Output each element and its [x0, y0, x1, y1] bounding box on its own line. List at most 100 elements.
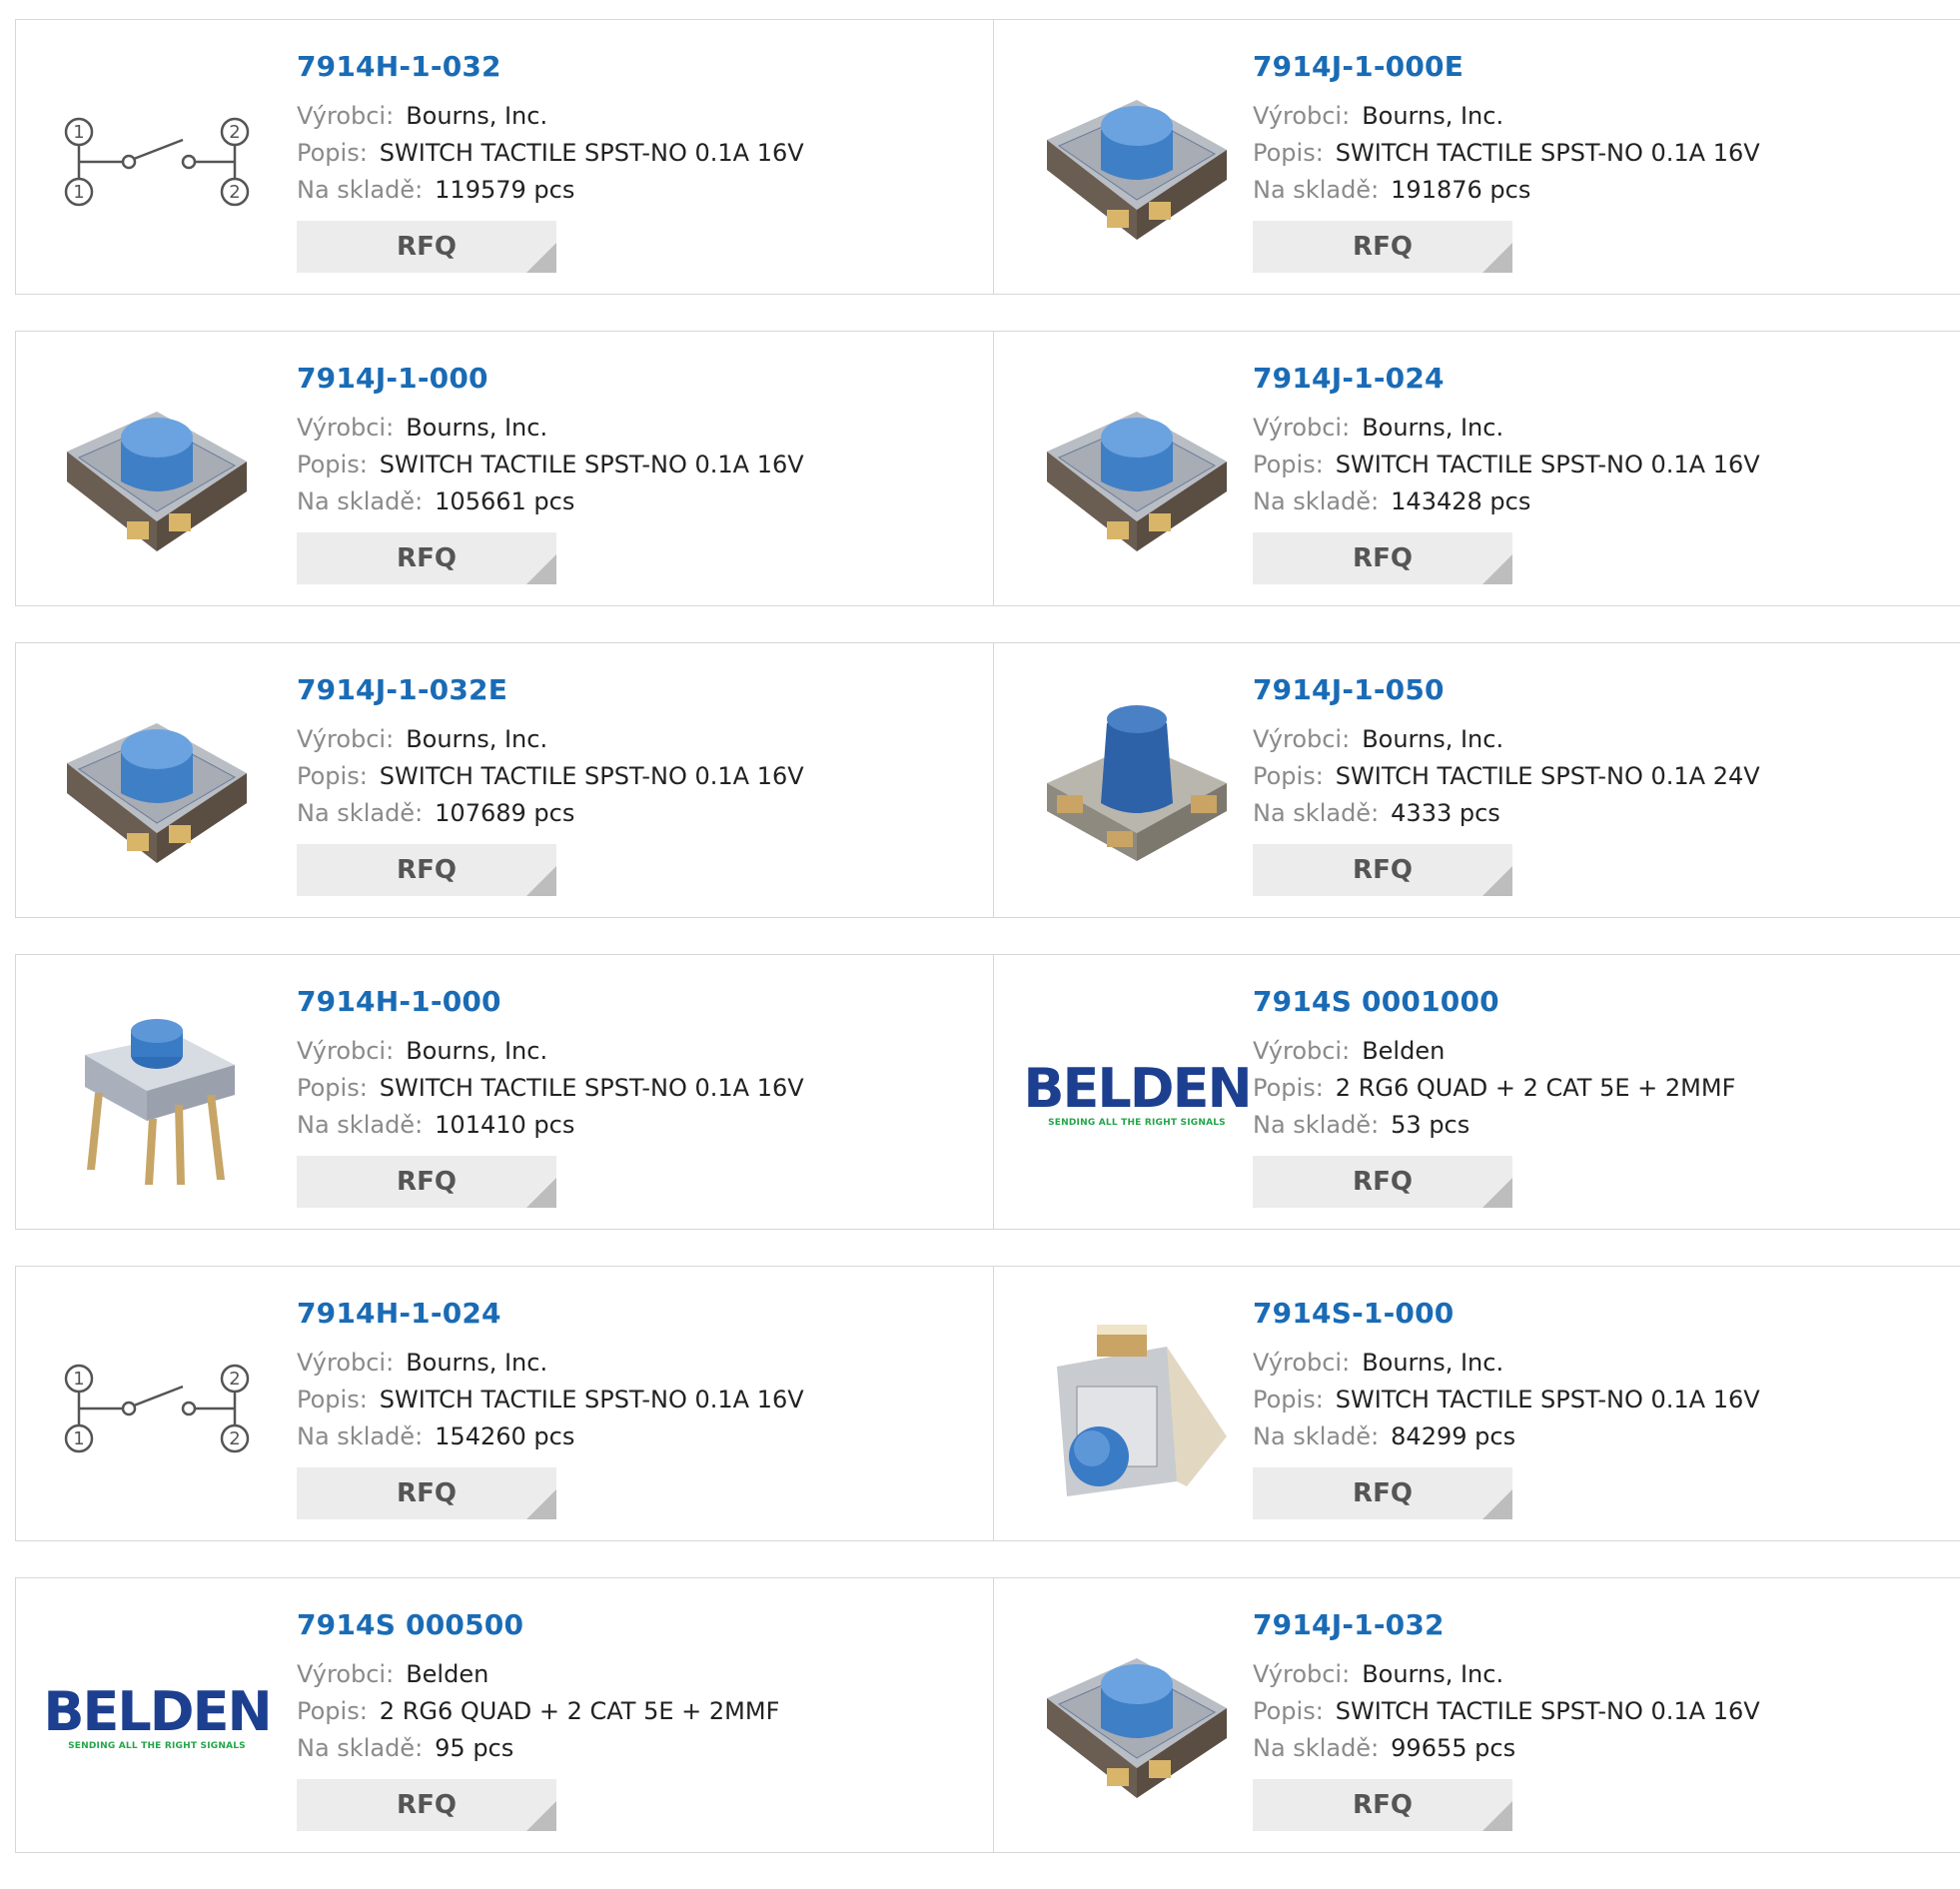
svg-text:2: 2 — [229, 182, 240, 203]
rfq-button[interactable]: RFQ — [1253, 1467, 1512, 1519]
rfq-button[interactable]: RFQ — [297, 1467, 556, 1519]
tactile-switch-photo[interactable] — [1037, 1618, 1237, 1818]
product-part-link[interactable]: 7914J-1-032E — [297, 673, 507, 706]
corner-triangle-icon — [1482, 866, 1512, 896]
manufacturer-label: Výrobci: — [297, 1037, 395, 1065]
schematic-switch-icon[interactable]: 1 1 2 2 — [57, 60, 257, 260]
stock-value: 154260 pcs — [435, 1422, 575, 1450]
rfq-button[interactable]: RFQ — [297, 221, 556, 273]
stock-value: 95 pcs — [435, 1734, 514, 1762]
manufacturer-label: Výrobci: — [297, 414, 395, 442]
product-part-link[interactable]: 7914H-1-000 — [297, 985, 501, 1018]
product-part-link[interactable]: 7914S 000500 — [297, 1608, 523, 1641]
product-row: BELDEN SENDING ALL THE RIGHT SIGNALS 791… — [15, 1577, 1960, 1853]
product-card: 7914J-1-000 Výrobci: Bourns, Inc. Popis: S… — [15, 331, 994, 606]
product-part-link[interactable]: 7914J-1-050 — [1253, 673, 1445, 706]
rfq-button[interactable]: RFQ — [297, 532, 556, 584]
stock-value: 119579 pcs — [435, 176, 575, 204]
rfq-button[interactable]: RFQ — [297, 1156, 556, 1208]
belden-logo-name: BELDEN — [1023, 1057, 1252, 1120]
product-part-link[interactable]: 7914H-1-032 — [297, 50, 501, 83]
description-label: Popis: — [1253, 1074, 1324, 1102]
stock-row: Na skladě: 143428 pcs — [1253, 487, 1530, 515]
svg-text:1: 1 — [73, 122, 84, 143]
stock-row: Na skladě: 84299 pcs — [1253, 1422, 1515, 1450]
stock-value: 101410 pcs — [435, 1111, 575, 1139]
tactile-switch-photo[interactable] — [1037, 60, 1237, 260]
description-label: Popis: — [1253, 451, 1324, 478]
description-value: 2 RG6 QUAD + 2 CAT 5E + 2MMF — [1335, 1074, 1736, 1102]
description-value: SWITCH TACTILE SPST-NO 0.1A 16V — [379, 1386, 804, 1414]
stock-label: Na skladě: — [297, 1422, 424, 1450]
corner-triangle-icon — [526, 1489, 556, 1519]
stock-label: Na skladě: — [1253, 1111, 1380, 1139]
tall-tactile-switch-photo[interactable] — [1037, 683, 1237, 883]
belden-logo[interactable]: BELDEN SENDING ALL THE RIGHT SIGNALS — [1023, 995, 1252, 1195]
stock-row: Na skladě: 119579 pcs — [297, 176, 574, 204]
manufacturer-row: Výrobci: Bourns, Inc. — [297, 102, 547, 130]
manufacturer-row: Výrobci: Bourns, Inc. — [297, 725, 547, 753]
side-tactile-switch-photo[interactable] — [1037, 1307, 1237, 1506]
description-value: SWITCH TACTILE SPST-NO 0.1A 16V — [1335, 1386, 1760, 1414]
svg-text:1: 1 — [73, 1428, 84, 1449]
product-part-link[interactable]: 7914J-1-000 — [297, 362, 489, 395]
rfq-button[interactable]: RFQ — [1253, 1779, 1512, 1831]
rfq-button[interactable]: RFQ — [297, 844, 556, 896]
product-part-link[interactable]: 7914J-1-032 — [1253, 1608, 1445, 1641]
manufacturer-label: Výrobci: — [297, 725, 395, 753]
description-row: Popis: SWITCH TACTILE SPST-NO 0.1A 24V — [1253, 762, 1760, 790]
stock-value: 105661 pcs — [435, 487, 575, 515]
rfq-button-label: RFQ — [1353, 855, 1413, 885]
through-hole-switch-photo[interactable] — [57, 995, 257, 1195]
product-card: 7914J-1-024 Výrobci: Bourns, Inc. Popis: S… — [994, 331, 1960, 606]
rfq-button[interactable]: RFQ — [1253, 844, 1512, 896]
manufacturer-value: Bourns, Inc. — [1362, 1349, 1504, 1377]
manufacturer-label: Výrobci: — [1253, 1660, 1351, 1688]
rfq-button-label: RFQ — [397, 232, 457, 262]
description-value: SWITCH TACTILE SPST-NO 0.1A 16V — [379, 139, 804, 167]
manufacturer-value: Bourns, Inc. — [406, 1037, 548, 1065]
product-card: 7914H-1-000 Výrobci: Bourns, Inc. Popis: S… — [15, 954, 994, 1230]
manufacturer-value: Bourns, Inc. — [1362, 414, 1504, 442]
tactile-switch-photo[interactable] — [57, 372, 257, 571]
rfq-button[interactable]: RFQ — [297, 1779, 556, 1831]
description-label: Popis: — [1253, 139, 1324, 167]
rfq-button[interactable]: RFQ — [1253, 221, 1512, 273]
product-card: 1 1 2 2 7914H-1-024 Výrobci: Bourns, Inc. P… — [15, 1266, 994, 1541]
manufacturer-value: Bourns, Inc. — [406, 102, 548, 130]
description-value: SWITCH TACTILE SPST-NO 0.1A 24V — [1335, 762, 1760, 790]
product-part-link[interactable]: 7914S 0001000 — [1253, 985, 1499, 1018]
manufacturer-row: Výrobci: Bourns, Inc. — [1253, 414, 1503, 442]
product-row: 1 1 2 2 7914H-1-024 Výrobci: Bourns, Inc. P… — [15, 1266, 1960, 1541]
corner-triangle-icon — [1482, 1801, 1512, 1831]
belden-logo[interactable]: BELDEN SENDING ALL THE RIGHT SIGNALS — [43, 1618, 272, 1818]
product-part-link[interactable]: 7914H-1-024 — [297, 1297, 501, 1330]
product-part-link[interactable]: 7914S-1-000 — [1253, 1297, 1454, 1330]
product-part-link[interactable]: 7914J-1-024 — [1253, 362, 1445, 395]
description-label: Popis: — [1253, 1386, 1324, 1414]
description-value: SWITCH TACTILE SPST-NO 0.1A 16V — [379, 762, 804, 790]
rfq-button[interactable]: RFQ — [1253, 532, 1512, 584]
manufacturer-value: Belden — [406, 1660, 490, 1688]
rfq-button-label: RFQ — [397, 1478, 457, 1508]
schematic-switch-icon[interactable]: 1 1 2 2 — [57, 1307, 257, 1506]
product-part-link[interactable]: 7914J-1-000E — [1253, 50, 1464, 83]
description-value: SWITCH TACTILE SPST-NO 0.1A 16V — [379, 451, 804, 478]
rfq-button[interactable]: RFQ — [1253, 1156, 1512, 1208]
description-label: Popis: — [1253, 762, 1324, 790]
tactile-switch-photo[interactable] — [1037, 372, 1237, 571]
product-card: 7914J-1-050 Výrobci: Bourns, Inc. Popis: S… — [994, 642, 1960, 918]
rfq-button-label: RFQ — [1353, 543, 1413, 573]
description-row: Popis: SWITCH TACTILE SPST-NO 0.1A 16V — [297, 762, 804, 790]
manufacturer-label: Výrobci: — [297, 102, 395, 130]
tactile-switch-photo[interactable] — [57, 683, 257, 883]
corner-triangle-icon — [1482, 1178, 1512, 1208]
corner-triangle-icon — [526, 1801, 556, 1831]
description-row: Popis: 2 RG6 QUAD + 2 CAT 5E + 2MMF — [1253, 1074, 1735, 1102]
description-value: SWITCH TACTILE SPST-NO 0.1A 16V — [1335, 139, 1760, 167]
description-row: Popis: SWITCH TACTILE SPST-NO 0.1A 16V — [1253, 1697, 1760, 1725]
corner-triangle-icon — [1482, 554, 1512, 584]
manufacturer-row: Výrobci: Bourns, Inc. — [1253, 102, 1503, 130]
stock-value: 99655 pcs — [1391, 1734, 1516, 1762]
manufacturer-value: Bourns, Inc. — [1362, 1660, 1504, 1688]
